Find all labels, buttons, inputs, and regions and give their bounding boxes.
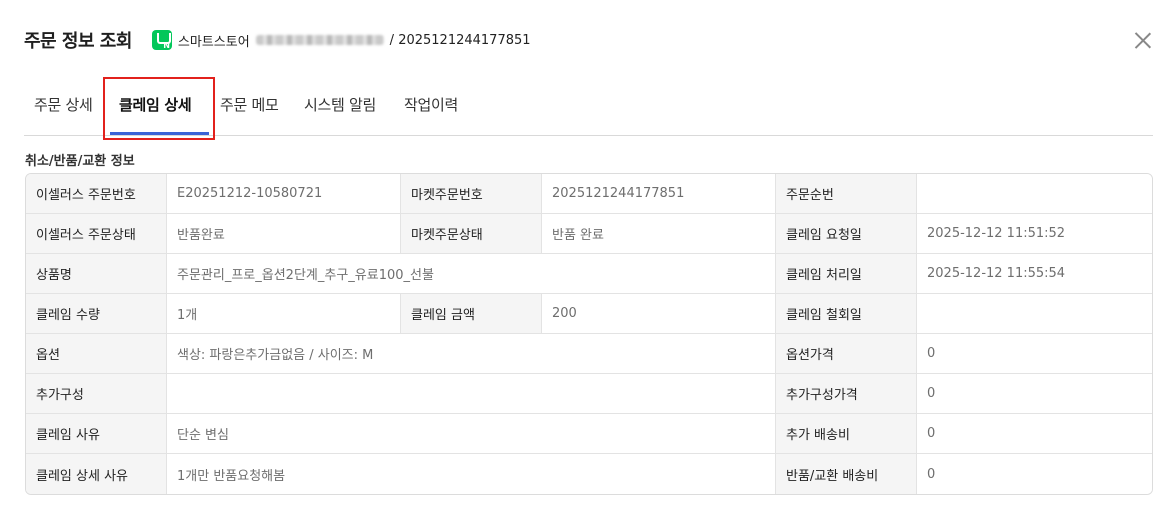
table-label: 클레임 처리일 xyxy=(776,254,917,293)
modal-title: 주문 정보 조회 xyxy=(24,31,132,52)
blurred-store-account xyxy=(255,35,384,45)
tab-work-history[interactable]: 작업이력 xyxy=(404,94,458,115)
table-value: 0 xyxy=(917,374,1152,413)
table-label: 클레임 철회일 xyxy=(776,294,917,333)
table-value: 2025-12-12 11:51:52 xyxy=(917,214,1152,253)
tab-claim-detail[interactable]: 클레임 상세 xyxy=(119,94,192,115)
store-info: 스마트스토어 / 2025121244177851 xyxy=(151,30,531,50)
table-row: 추가구성 추가구성가격 0 xyxy=(26,374,1152,414)
tab-order-memo[interactable]: 주문 메모 xyxy=(220,94,279,115)
tab-order-detail[interactable]: 주문 상세 xyxy=(34,94,93,115)
tab-system-alert[interactable]: 시스템 알림 xyxy=(304,94,376,115)
table-value: 2025-12-12 11:55:54 xyxy=(917,254,1152,293)
store-name: 스마트스토어 xyxy=(177,34,250,50)
table-value: 2025121244177851 xyxy=(542,174,776,213)
table-label: 옵션 xyxy=(26,334,167,373)
claim-info-table: 이셀러스 주문번호 E20251212-10580721 마켓주문번호 2025… xyxy=(25,173,1153,495)
table-value xyxy=(917,174,1152,213)
table-row: 상품명 주문관리_프로_옵션2단계_추구_유료100_선불 클레임 처리일 20… xyxy=(26,254,1152,294)
table-label: 이셀러스 주문상태 xyxy=(26,214,167,253)
table-label: 클레임 요청일 xyxy=(776,214,917,253)
table-row: 클레임 사유 단순 변심 추가 배송비 0 xyxy=(26,414,1152,454)
section-title: 취소/반품/교환 정보 xyxy=(25,154,135,169)
table-value: 주문관리_프로_옵션2단계_추구_유료100_선불 xyxy=(167,254,776,293)
table-label: 추가 배송비 xyxy=(776,414,917,453)
table-label: 클레임 금액 xyxy=(401,294,542,333)
table-value: 1개만 반품요청해봄 xyxy=(167,454,776,494)
table-value: E20251212-10580721 xyxy=(167,174,401,213)
table-label: 마켓주문상태 xyxy=(401,214,542,253)
close-icon[interactable] xyxy=(1133,30,1153,50)
table-label: 클레임 상세 사유 xyxy=(26,454,167,494)
table-value: 1개 xyxy=(167,294,401,333)
table-value: 색상: 파랑은추가금없음 / 사이즈: M xyxy=(167,334,776,373)
table-label: 이셀러스 주문번호 xyxy=(26,174,167,213)
table-label: 마켓주문번호 xyxy=(401,174,542,213)
header-separator: / xyxy=(389,32,395,48)
table-value xyxy=(167,374,776,413)
table-label: 추가구성가격 xyxy=(776,374,917,413)
modal-header: 주문 정보 조회 스마트스토어 / 2025121244177851 xyxy=(24,26,531,54)
table-label: 상품명 xyxy=(26,254,167,293)
active-tab-indicator xyxy=(110,132,209,135)
table-label: 주문순번 xyxy=(776,174,917,213)
table-row: 옵션 색상: 파랑은추가금없음 / 사이즈: M 옵션가격 0 xyxy=(26,334,1152,374)
table-label: 클레임 수량 xyxy=(26,294,167,333)
table-label: 옵션가격 xyxy=(776,334,917,373)
table-row: 클레임 수량 1개 클레임 금액 200 클레임 철회일 xyxy=(26,294,1152,334)
table-label: 클레임 사유 xyxy=(26,414,167,453)
table-row: 이셀러스 주문번호 E20251212-10580721 마켓주문번호 2025… xyxy=(26,174,1152,214)
table-value xyxy=(917,294,1152,333)
table-value: 0 xyxy=(917,454,1152,494)
table-value: 0 xyxy=(917,334,1152,373)
table-label: 반품/교환 배송비 xyxy=(776,454,917,494)
header-order-number: 2025121244177851 xyxy=(398,32,531,48)
table-value: 200 xyxy=(542,294,776,333)
table-value: 단순 변심 xyxy=(167,414,776,453)
table-value: 반품 완료 xyxy=(542,214,776,253)
table-row: 이셀러스 주문상태 반품완료 마켓주문상태 반품 완료 클레임 요청일 2025… xyxy=(26,214,1152,254)
table-value: 0 xyxy=(917,414,1152,453)
tab-bar: 주문 상세 클레임 상세 주문 메모 시스템 알림 작업이력 xyxy=(24,77,1153,140)
table-label: 추가구성 xyxy=(26,374,167,413)
table-row: 클레임 상세 사유 1개만 반품요청해봄 반품/교환 배송비 0 xyxy=(26,454,1152,494)
smartstore-icon xyxy=(151,30,172,50)
table-value: 반품완료 xyxy=(167,214,401,253)
